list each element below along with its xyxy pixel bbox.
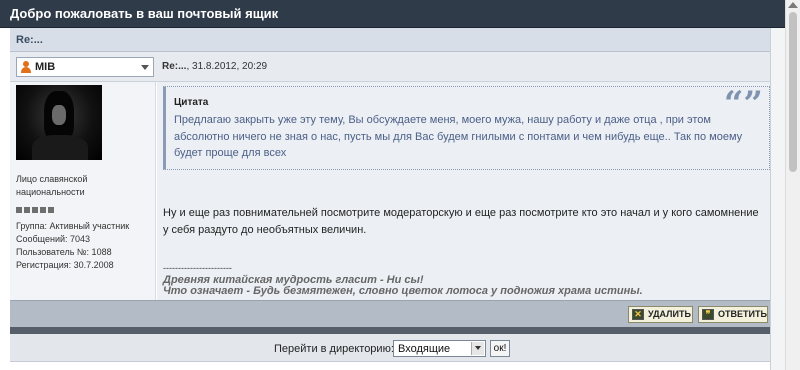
author-group: Группа: Активный участник [16,221,130,231]
avatar [16,85,102,160]
scrollbar[interactable] [785,0,800,370]
message-text: Ну и еще раз повнимательней посмотрите м… [163,207,759,236]
folder-jump-bar: Перейти в директорию: Входящие ок! [10,334,770,362]
divider [10,327,770,334]
rank-dot [16,207,22,213]
folder-select[interactable]: Входящие [393,340,486,357]
author-sidebar: Лицо славянской национальности Группа: А… [10,82,156,300]
author-posts: Сообщений: 7043 [16,234,91,244]
signature-line-2: Что означает - Будь безмятежен, словно ц… [163,285,643,297]
scroll-up-icon[interactable] [788,2,798,8]
rank-dots [16,200,56,213]
author-user-id: Пользователь №: 1088 [16,247,112,257]
reply-button[interactable]: ❞ ОТВЕТИТЬ [698,306,768,323]
title-bar: Добро пожаловать в ваш почтовый ящик [0,0,785,28]
delete-icon: ✕ [632,309,644,320]
author-registered: Регистрация: 30.7.2008 [16,260,114,270]
rank-dot [48,207,54,213]
user-menu-name: MIB [35,61,56,73]
window-title: Добро пожаловать в ваш почтовый ящик [10,6,279,21]
author-rank-line2: национальности [16,187,85,197]
delete-button-label: УДАЛИТЬ [648,309,691,319]
rank-dot [32,207,38,213]
reply-icon: ❞ [702,309,714,320]
post-meta: Re:..., 31.8.2012, 20:29 [162,61,267,72]
ok-button[interactable]: ок! [490,340,510,357]
chevron-down-icon [471,342,484,355]
author-rank-line1: Лицо славянской [16,174,88,184]
quote-block: Цитата “” Предлагаю закрыть уже эту тему… [163,86,770,170]
user-icon [21,61,31,73]
chevron-down-icon [141,65,149,70]
reply-button-label: ОТВЕТИТЬ [718,309,767,319]
post-body: Цитата “” Предлагаю закрыть уже эту тему… [157,82,770,300]
post-actions-bar: ✕ УДАЛИТЬ ❞ ОТВЕТИТЬ [10,300,770,327]
post-header-subject: Re:... [162,61,187,72]
rank-dot [40,207,46,213]
rank-dot [24,207,30,213]
post-header: MIB Re:..., 31.8.2012, 20:29 [10,52,770,82]
signature-separator: ----------------------- [163,263,232,273]
subject-bar: Re:... [10,28,770,52]
subject-label: Re:... [16,34,43,46]
mail-window: Добро пожаловать в ваш почтовый ящик Re:… [0,0,785,370]
post-date: , 31.8.2012, 20:29 [186,61,268,72]
folder-select-value: Входящие [398,343,451,355]
delete-button[interactable]: ✕ УДАЛИТЬ [628,306,693,323]
quote-title: Цитата [174,97,209,108]
user-menu-dropdown[interactable]: MIB [16,57,154,77]
folder-jump-label: Перейти в директорию: [274,343,394,355]
quote-text: Предлагаю закрыть уже эту тему, Вы обсуж… [174,114,743,159]
scrollbar-thumb[interactable] [789,12,797,172]
window-right-border [770,28,785,370]
